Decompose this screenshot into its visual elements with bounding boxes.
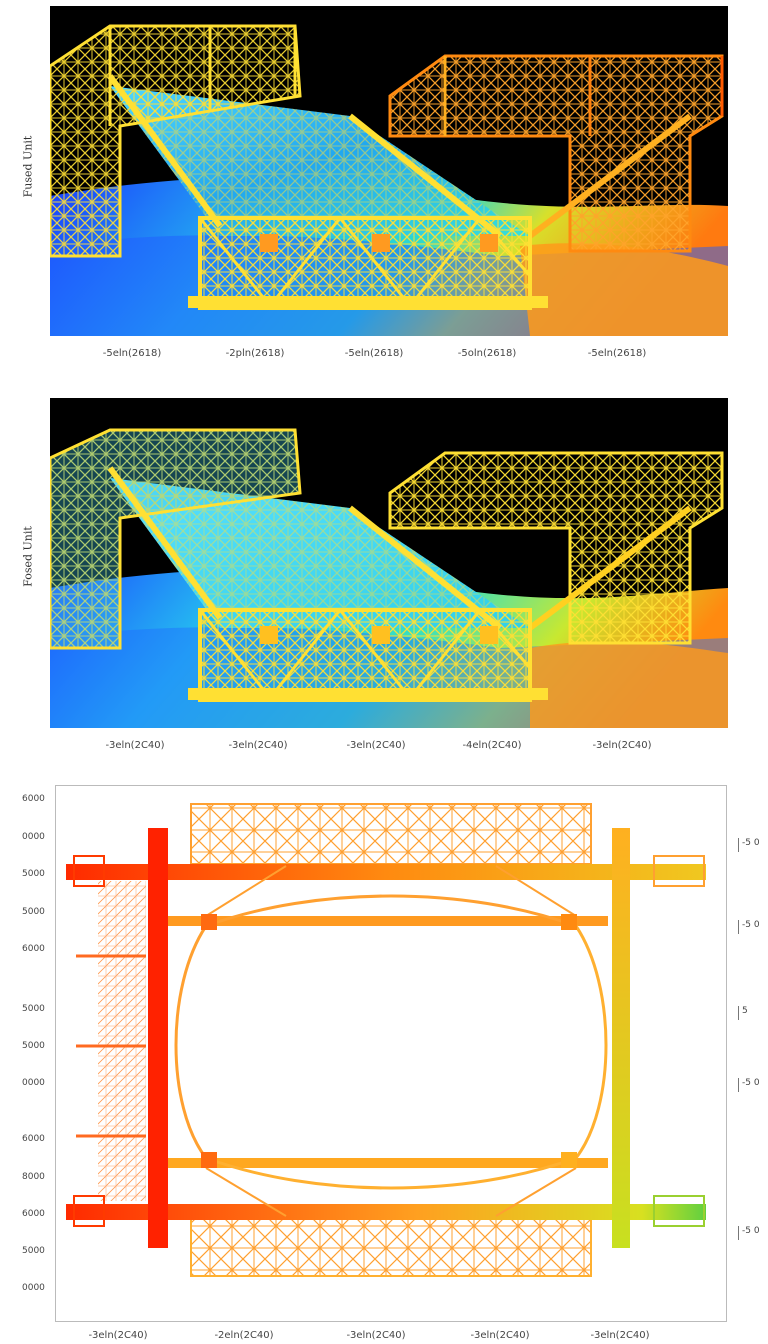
top-x-tick: -2pln(2618) [225, 348, 285, 359]
middle-render [50, 398, 728, 728]
right-tick-mark [738, 1006, 739, 1020]
right-tick-mark [738, 838, 739, 852]
middle-y-axis-label: Fosed Unit [21, 526, 35, 587]
bottom-y-tick: 6000 [22, 944, 45, 954]
bottom-x-tick: -3eln(2C40) [590, 1330, 650, 1341]
top-x-tick: -5eln(2618) [102, 348, 162, 359]
bottom-y-tick: 0000 [22, 832, 45, 842]
top-bridge-render [50, 24, 728, 336]
bottom-y-tick: 6000 [22, 1134, 45, 1144]
bottom-x-tick: -3eln(2C40) [88, 1330, 148, 1341]
bottom-y-tick: 5000 [22, 1246, 45, 1256]
bottom-y-tick: 0000 [22, 1283, 45, 1293]
bottom-right-tick: -5 0 [742, 1078, 760, 1088]
bottom-y-tick: 5000 [22, 1004, 45, 1014]
bottom-y-tick: 6000 [22, 1209, 45, 1219]
bottom-x-tick: -3eln(2C40) [470, 1330, 530, 1341]
top-render [50, 6, 728, 336]
plan-view-frame [55, 785, 727, 1322]
bottom-right-tick: -5 0 [742, 838, 760, 848]
right-tick-mark [738, 1078, 739, 1092]
middle-x-tick: -3eln(2C40) [346, 740, 406, 751]
right-tick-mark [738, 920, 739, 934]
bottom-y-tick: 5000 [22, 907, 45, 917]
middle-x-tick: -3eln(2C40) [592, 740, 652, 751]
bottom-y-tick: 5000 [22, 869, 45, 879]
top-x-tick: -5eln(2618) [587, 348, 647, 359]
bottom-right-tick: -5 0 [742, 920, 760, 930]
top-x-tick: -5eln(2618) [344, 348, 404, 359]
bottom-y-tick: 0000 [22, 1078, 45, 1088]
bottom-right-tick: 5 [742, 1006, 748, 1016]
bottom-y-tick: 8000 [22, 1172, 45, 1182]
middle-x-tick: -3eln(2C40) [228, 740, 288, 751]
bottom-x-tick: -3eln(2C40) [346, 1330, 406, 1341]
plan-view-render [66, 803, 706, 1277]
middle-bridge-render [50, 428, 728, 728]
middle-x-tick: -4eln(2C40) [462, 740, 522, 751]
bottom-y-tick: 6000 [22, 794, 45, 804]
middle-x-tick: -3eln(2C40) [105, 740, 165, 751]
right-tick-mark [738, 1226, 739, 1240]
bottom-right-tick: -5 0 [742, 1226, 760, 1236]
top-x-tick: -5oln(2618) [457, 348, 517, 359]
bottom-y-tick: 5000 [22, 1041, 45, 1051]
bottom-x-tick: -2eln(2C40) [214, 1330, 274, 1341]
top-y-axis-label: Fused Unit [21, 135, 35, 198]
